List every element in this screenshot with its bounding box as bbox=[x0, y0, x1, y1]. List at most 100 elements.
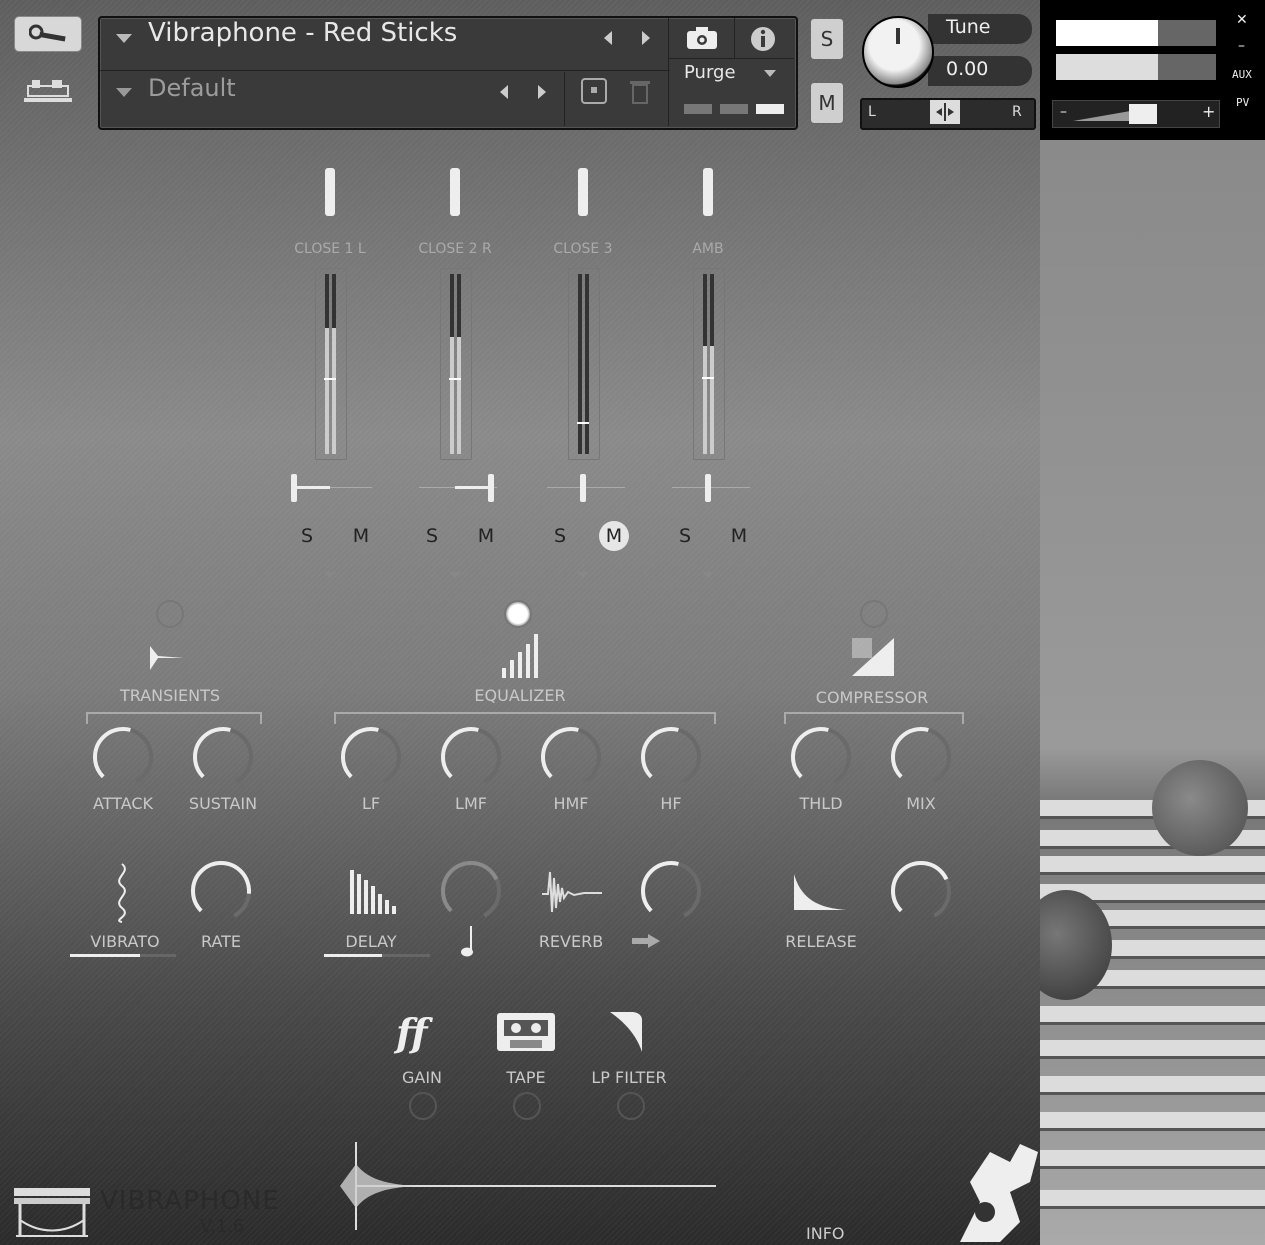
arrow-right-icon[interactable] bbox=[632, 934, 660, 948]
gain-icon: ff bbox=[396, 1010, 428, 1055]
fader-handle[interactable] bbox=[449, 378, 461, 380]
solo-button[interactable]: S bbox=[810, 18, 844, 60]
knob[interactable] bbox=[188, 858, 254, 924]
info-button[interactable]: INFO bbox=[806, 1224, 844, 1243]
channel-solo-button[interactable]: S bbox=[417, 525, 447, 547]
vibrato-slider[interactable] bbox=[70, 954, 176, 957]
level-meter-fill bbox=[332, 328, 336, 454]
next-instrument-icon[interactable] bbox=[642, 31, 650, 45]
output-meter-left bbox=[1056, 20, 1216, 46]
vibraphone-bar bbox=[1040, 1112, 1265, 1131]
level-meter bbox=[325, 274, 329, 454]
vibrato-label[interactable]: VIBRATO bbox=[80, 932, 170, 951]
pv-button[interactable]: PV bbox=[1236, 96, 1249, 109]
channel-fader[interactable] bbox=[568, 268, 600, 460]
knob[interactable] bbox=[538, 724, 604, 790]
transients-power-button[interactable] bbox=[156, 600, 184, 628]
equalizer-power-button[interactable] bbox=[504, 600, 532, 628]
knob[interactable] bbox=[888, 724, 954, 790]
tape-power-button[interactable] bbox=[513, 1092, 541, 1120]
channel-expand-icon[interactable] bbox=[577, 572, 589, 578]
fader-handle[interactable] bbox=[702, 377, 714, 379]
level-meter-fill bbox=[703, 346, 707, 454]
header-separator bbox=[668, 18, 669, 126]
camera-icon[interactable] bbox=[686, 26, 718, 50]
channel-expand-icon[interactable] bbox=[324, 572, 336, 578]
volume-minus[interactable]: – bbox=[1060, 104, 1067, 120]
pan-handle[interactable] bbox=[291, 474, 297, 502]
knob[interactable] bbox=[888, 858, 954, 924]
volume-handle[interactable] bbox=[1129, 104, 1157, 124]
level-meter-fill bbox=[450, 337, 454, 454]
channel-pan-slider[interactable] bbox=[672, 487, 750, 488]
prev-preset-icon[interactable] bbox=[500, 85, 508, 99]
preset-name[interactable]: Default bbox=[148, 74, 236, 102]
compressor-power-button[interactable] bbox=[860, 600, 888, 628]
knob[interactable] bbox=[638, 724, 704, 790]
knob[interactable] bbox=[338, 724, 404, 790]
pan-handle[interactable] bbox=[580, 474, 586, 502]
lp-filter-label: LP FILTER bbox=[591, 1068, 667, 1087]
aux-button[interactable]: AUX bbox=[1232, 68, 1252, 81]
delay-label[interactable]: DELAY bbox=[326, 932, 416, 951]
instrument-menu-icon[interactable] bbox=[116, 34, 132, 43]
channel-expand-icon[interactable] bbox=[702, 572, 714, 578]
level-meter-fill bbox=[710, 346, 714, 454]
close-button[interactable]: ✕ bbox=[1236, 12, 1248, 28]
knob[interactable] bbox=[638, 858, 704, 924]
purge-menu[interactable]: Purge bbox=[684, 62, 736, 83]
fader-handle[interactable] bbox=[577, 422, 589, 424]
channel-mute-button[interactable]: M bbox=[346, 525, 376, 547]
level-meter-fill bbox=[325, 328, 329, 454]
tune-value[interactable]: 0.00 bbox=[946, 58, 988, 80]
vibraphone-bar bbox=[1040, 856, 1265, 875]
mute-button[interactable]: M bbox=[810, 82, 844, 124]
channel-solo-button[interactable]: S bbox=[292, 525, 322, 547]
fader-handle[interactable] bbox=[324, 378, 336, 380]
channel-fader[interactable] bbox=[440, 268, 472, 460]
preset-menu-icon[interactable] bbox=[116, 88, 132, 97]
envelope-display[interactable] bbox=[336, 1140, 720, 1232]
note-icon[interactable] bbox=[460, 924, 476, 958]
purge-dropdown-icon[interactable] bbox=[764, 70, 776, 77]
knob-label: THLD bbox=[799, 794, 843, 813]
next-preset-icon[interactable] bbox=[538, 85, 546, 99]
channel-mute-button[interactable]: M bbox=[599, 521, 629, 551]
knob-label: ATTACK bbox=[92, 794, 154, 813]
gain-power-button[interactable] bbox=[409, 1092, 437, 1120]
delay-slider[interactable] bbox=[324, 954, 430, 957]
channel-expand-icon[interactable] bbox=[449, 572, 461, 578]
release-label: RELEASE bbox=[785, 932, 857, 951]
volume-slider[interactable] bbox=[1052, 100, 1220, 128]
info-icon[interactable] bbox=[750, 26, 776, 52]
lp-filter-power-button[interactable] bbox=[617, 1092, 645, 1120]
channel-mute-button[interactable]: M bbox=[724, 525, 754, 547]
save-icon[interactable] bbox=[580, 77, 608, 105]
prev-instrument-icon[interactable] bbox=[604, 31, 612, 45]
knob[interactable] bbox=[438, 858, 504, 924]
tape-icon bbox=[497, 1013, 555, 1051]
channel-solo-button[interactable]: S bbox=[670, 525, 700, 547]
pan-handle[interactable] bbox=[705, 474, 711, 502]
header-separator bbox=[734, 18, 735, 58]
output-meter-right-fill bbox=[1056, 54, 1158, 80]
memory-meter-segment bbox=[720, 104, 748, 114]
pan-handle[interactable] bbox=[930, 100, 960, 124]
settings-button[interactable] bbox=[14, 16, 82, 52]
channel-solo-button[interactable]: S bbox=[545, 525, 575, 547]
volume-plus[interactable]: + bbox=[1202, 102, 1215, 121]
knob[interactable] bbox=[90, 724, 156, 790]
instrument-name[interactable]: Vibraphone - Red Sticks bbox=[148, 18, 457, 48]
channel-fader[interactable] bbox=[315, 268, 347, 460]
channel-fader[interactable] bbox=[693, 268, 725, 460]
knob[interactable] bbox=[788, 724, 854, 790]
tune-knob[interactable] bbox=[862, 16, 934, 88]
delete-icon[interactable] bbox=[628, 77, 652, 105]
output-panel: ✕ – AUX PV – + bbox=[1040, 0, 1265, 140]
knob[interactable] bbox=[438, 724, 504, 790]
minimize-button[interactable]: – bbox=[1238, 38, 1245, 54]
pan-handle[interactable] bbox=[488, 474, 494, 502]
channel-pan-slider[interactable] bbox=[547, 487, 625, 488]
knob[interactable] bbox=[190, 724, 256, 790]
channel-mute-button[interactable]: M bbox=[471, 525, 501, 547]
